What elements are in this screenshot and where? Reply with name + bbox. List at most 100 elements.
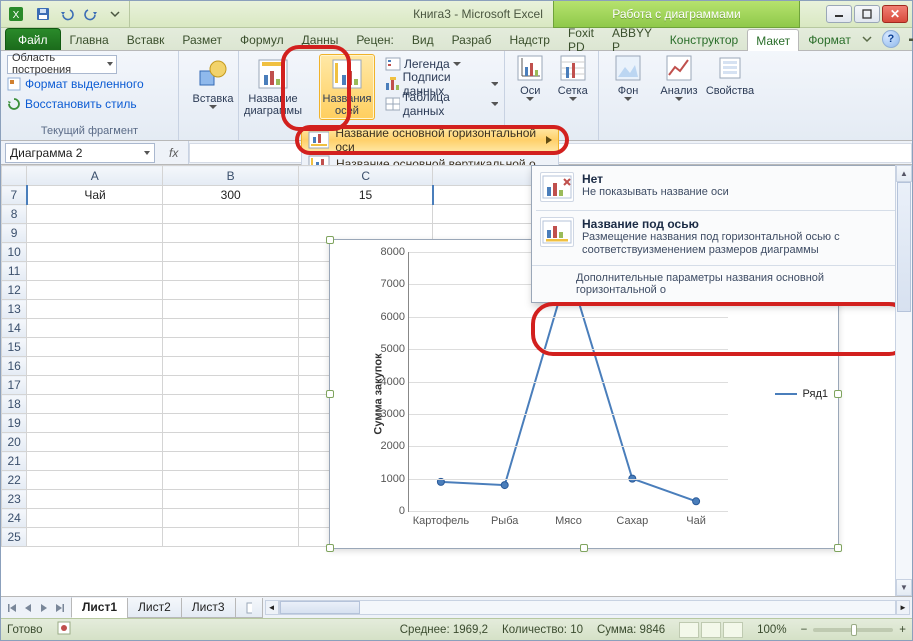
scroll-thumb[interactable]	[897, 182, 911, 312]
cell-B7[interactable]: 300	[163, 186, 299, 205]
tab-view[interactable]: Вид	[403, 28, 443, 50]
sheet-tab-2[interactable]: Лист2	[127, 598, 182, 618]
col-header-B[interactable]: B	[163, 166, 299, 186]
row-header-23[interactable]: 23	[2, 490, 27, 509]
col-header-A[interactable]: A	[27, 166, 163, 186]
submenu-horizontal-axis-title[interactable]: Название основной горизонтальной оси	[301, 128, 559, 152]
row-header-10[interactable]: 10	[2, 243, 27, 262]
tab-nav-next[interactable]	[37, 601, 51, 615]
save-icon[interactable]	[33, 4, 53, 24]
row-header-7[interactable]: 7	[2, 186, 27, 205]
resize-handle[interactable]	[580, 544, 588, 552]
name-box[interactable]: Диаграмма 2	[5, 143, 155, 163]
close-button[interactable]: ✕	[882, 5, 908, 23]
row-header-17[interactable]: 17	[2, 376, 27, 395]
tab-abbyy[interactable]: ABBYY P	[603, 28, 661, 50]
tab-review[interactable]: Рецен:	[347, 28, 403, 50]
qat-customize-icon[interactable]	[105, 4, 125, 24]
tab-chart-layout[interactable]: Макет	[747, 29, 799, 51]
vertical-scrollbar[interactable]: ▲ ▼	[895, 165, 912, 596]
resize-handle[interactable]	[834, 544, 842, 552]
tab-nav-last[interactable]	[53, 601, 67, 615]
excel-system-icon[interactable]: X	[7, 5, 25, 23]
fx-label[interactable]: fx	[165, 146, 182, 160]
resize-handle[interactable]	[326, 236, 334, 244]
zoom-in-button[interactable]: +	[899, 624, 906, 636]
background-button[interactable]: Фон	[605, 54, 651, 120]
row-header-18[interactable]: 18	[2, 395, 27, 414]
tab-addins[interactable]: Надстр	[500, 28, 559, 50]
row-header-21[interactable]: 21	[2, 452, 27, 471]
row-header-15[interactable]: 15	[2, 338, 27, 357]
row-header-11[interactable]: 11	[2, 262, 27, 281]
row-header-8[interactable]: 8	[2, 205, 27, 224]
macro-record-icon[interactable]	[57, 621, 71, 638]
worksheet-area[interactable]: A B C 7 Чай 300 15 8 9 10 11 12 13 14 15…	[1, 165, 912, 596]
tab-developer[interactable]: Разраб	[443, 28, 501, 50]
row-header-25[interactable]: 25	[2, 528, 27, 547]
tab-file[interactable]: Файл	[5, 28, 61, 50]
tab-chart-design[interactable]: Конструктор	[661, 28, 747, 50]
zoom-thumb[interactable]	[851, 624, 857, 636]
insert-shapes-button[interactable]: Вставка	[185, 54, 241, 120]
sheet-tab-3[interactable]: Лист3	[181, 598, 236, 618]
row-header-14[interactable]: 14	[2, 319, 27, 338]
chart-legend[interactable]: Ряд1	[775, 388, 828, 400]
tab-home[interactable]: Главна	[61, 28, 118, 50]
gridlines-button[interactable]: Сетка	[554, 54, 593, 120]
horizontal-scrollbar[interactable]: ◄ ►	[263, 600, 912, 615]
format-selection-link[interactable]: Формат выделенного	[7, 74, 172, 94]
hscroll-thumb[interactable]	[280, 601, 360, 614]
col-header-C[interactable]: C	[299, 166, 433, 186]
tab-insert[interactable]: Вставк	[118, 28, 174, 50]
redo-icon[interactable]	[81, 4, 101, 24]
row-header-24[interactable]: 24	[2, 509, 27, 528]
option-title-below-axis[interactable]: Название под осью Размещение названия по…	[532, 211, 910, 265]
reset-style-link[interactable]: Восстановить стиль	[7, 94, 172, 114]
row-header-9[interactable]: 9	[2, 224, 27, 243]
tab-formulas[interactable]: Формул	[231, 28, 293, 50]
row-header-22[interactable]: 22	[2, 471, 27, 490]
new-sheet-button[interactable]	[235, 598, 263, 618]
row-header-16[interactable]: 16	[2, 357, 27, 376]
tab-data[interactable]: Данны	[293, 28, 348, 50]
axes-button[interactable]: Оси	[511, 54, 550, 120]
chart-y-axis-title[interactable]: Сумма закупок	[373, 353, 385, 434]
row-header-20[interactable]: 20	[2, 433, 27, 452]
analysis-button[interactable]: Анализ	[656, 54, 702, 120]
ribbon-minimize-icon[interactable]	[860, 32, 874, 46]
zoom-percentage[interactable]: 100%	[757, 624, 786, 636]
option-more-parameters[interactable]: Дополнительные параметры названия основн…	[532, 265, 910, 302]
properties-button[interactable]: Свойства	[707, 54, 753, 120]
select-all-corner[interactable]	[2, 166, 27, 186]
chart-element-selector[interactable]: Область построения	[7, 55, 117, 74]
chart-title-button[interactable]: Название диаграммы	[245, 54, 301, 120]
axis-titles-button[interactable]: Названия осей	[319, 54, 375, 120]
view-buttons[interactable]	[679, 622, 743, 638]
sheet-tab-1[interactable]: Лист1	[71, 598, 128, 618]
undo-icon[interactable]	[57, 4, 77, 24]
tab-foxit[interactable]: Foxit PD	[559, 28, 603, 50]
maximize-button[interactable]	[854, 5, 880, 23]
tab-nav-prev[interactable]	[21, 601, 35, 615]
zoom-slider[interactable]: − +	[801, 624, 906, 636]
cell-C7[interactable]: 15	[299, 186, 433, 205]
tab-nav-first[interactable]	[5, 601, 19, 615]
option-none[interactable]: Нет Не показывать название оси	[532, 166, 910, 210]
row-header-13[interactable]: 13	[2, 300, 27, 319]
row-header-19[interactable]: 19	[2, 414, 27, 433]
tab-chart-format[interactable]: Формат	[799, 28, 860, 50]
data-table-button[interactable]: Таблица данных	[385, 94, 498, 114]
minimize-button[interactable]	[826, 5, 852, 23]
resize-handle[interactable]	[834, 390, 842, 398]
tab-page-layout[interactable]: Размет	[173, 28, 231, 50]
workbook-minimize-icon[interactable]	[908, 32, 913, 46]
cell-A7[interactable]: Чай	[27, 186, 163, 205]
resize-handle[interactable]	[326, 544, 334, 552]
scroll-down-button[interactable]: ▼	[896, 579, 912, 596]
zoom-out-button[interactable]: −	[801, 624, 808, 636]
scroll-up-button[interactable]: ▲	[896, 165, 912, 182]
resize-handle[interactable]	[326, 390, 334, 398]
help-button[interactable]: ?	[882, 30, 900, 48]
row-header-12[interactable]: 12	[2, 281, 27, 300]
